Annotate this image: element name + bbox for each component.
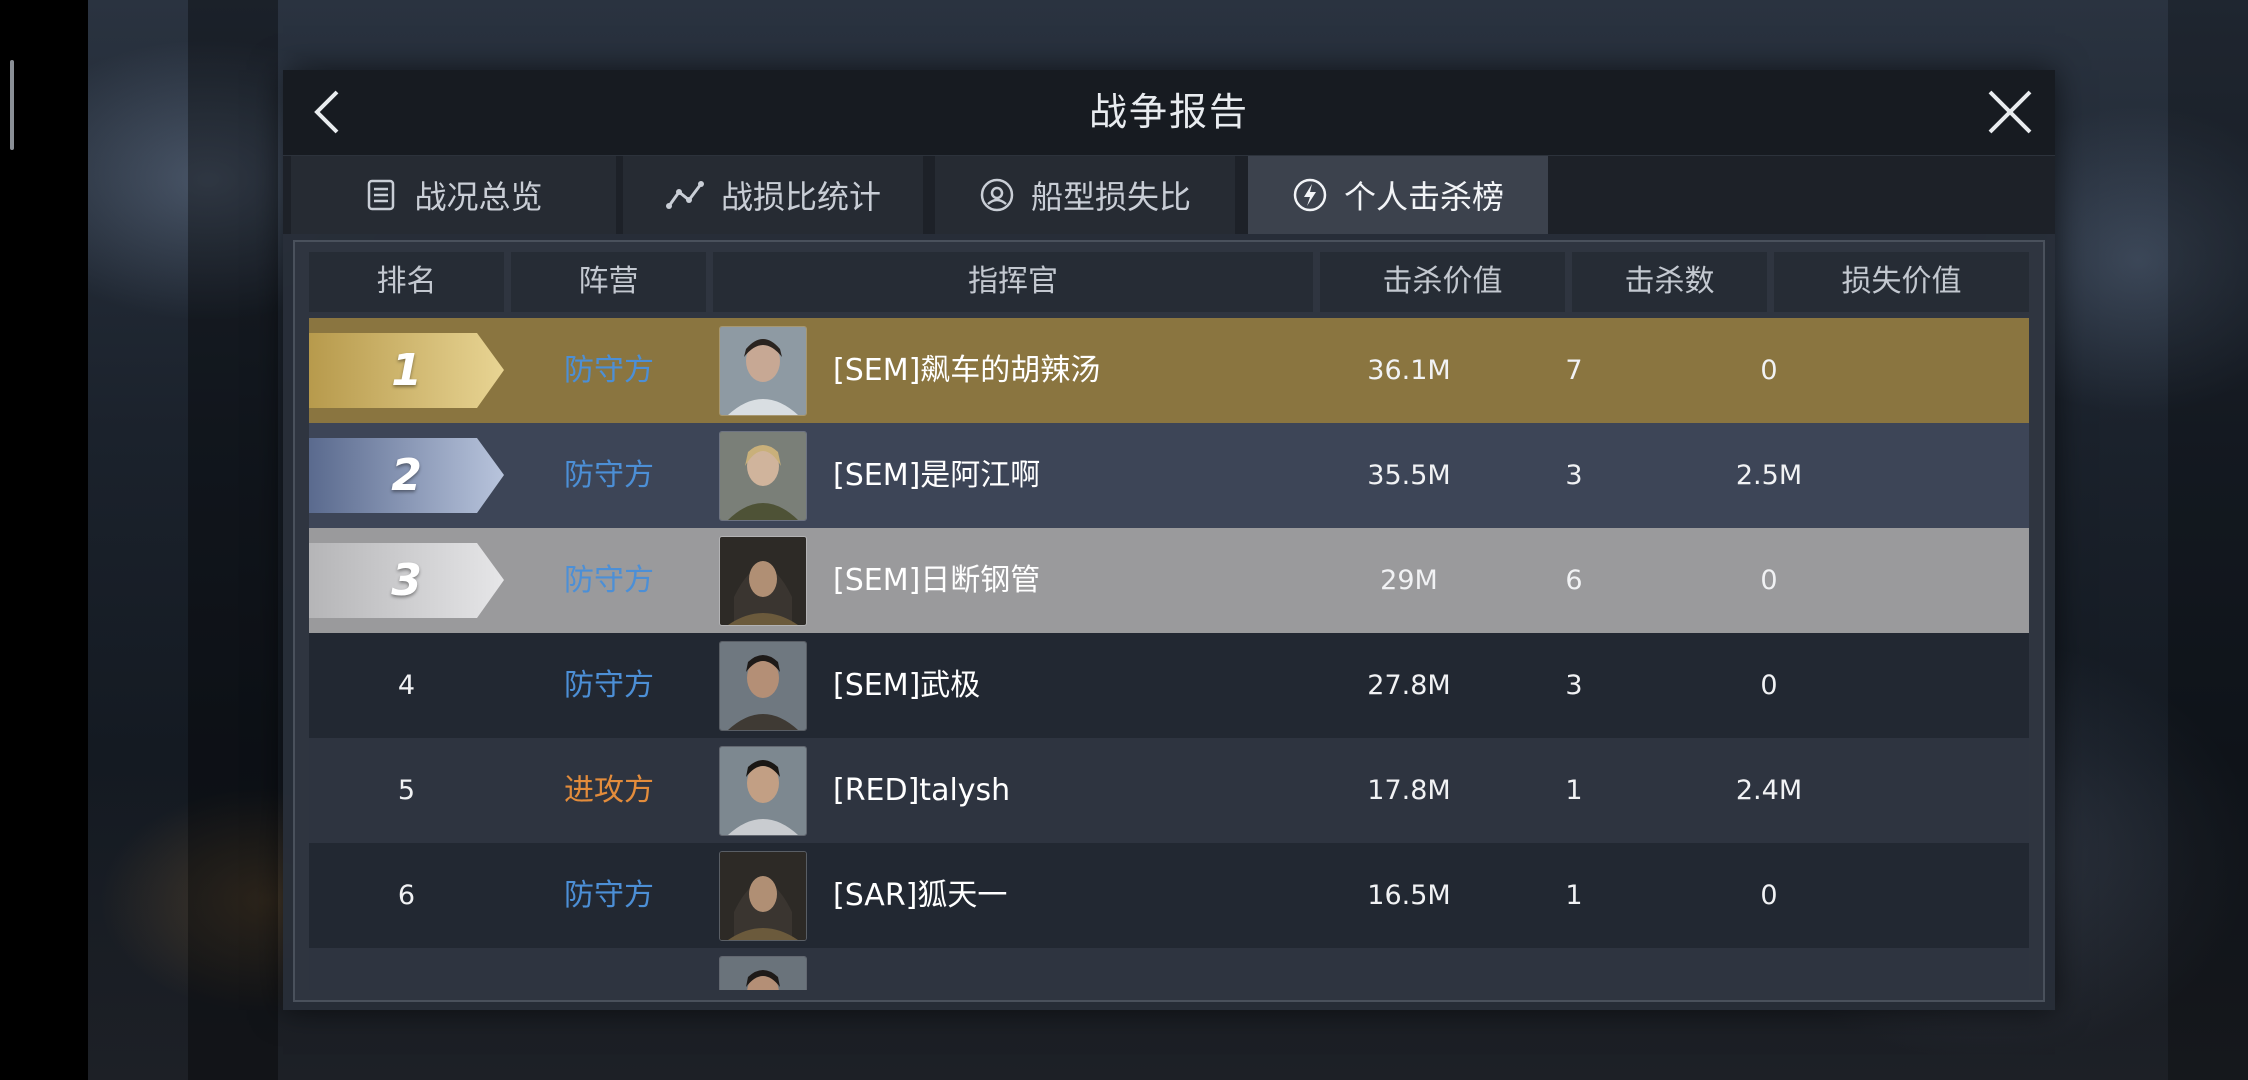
loss-value: 0 (1760, 355, 1778, 386)
faction-label: 防守方 (564, 353, 654, 388)
avatar[interactable] (719, 641, 807, 731)
faction-label: 进攻方 (564, 773, 654, 808)
header-kills: 击杀数 (1572, 252, 1767, 312)
faction-label: 防守方 (564, 878, 654, 913)
tab-label: 个人击杀榜 (1343, 178, 1504, 216)
line-chart-icon (665, 181, 704, 209)
loss-value: 0 (1760, 565, 1778, 596)
header-commander: 指挥官 (713, 252, 1313, 312)
ship-ring-icon (980, 178, 1014, 212)
tab-label: 战况总览 (414, 178, 543, 216)
header-kill-value: 击杀价值 (1320, 252, 1565, 312)
table-row[interactable]: 4 防守方 [SEM]武极 27.8M 3 0 (309, 633, 2029, 738)
header-rank: 排名 (309, 252, 504, 312)
table-row[interactable]: 5 进攻方 [RED]talysh 17.8M 1 2.4M (309, 738, 2029, 843)
table-row[interactable]: 6 防守方 [SAR]狐天一 16.5M 1 0 (309, 843, 2029, 948)
rank-number: 1 (391, 345, 422, 396)
table-row[interactable]: 3 防守方 [SEM]日断钢管 29M 6 0 (309, 528, 2029, 633)
avatar[interactable] (719, 431, 807, 521)
commander-name: [SEM]日断钢管 (833, 563, 1041, 598)
avatar[interactable] (719, 326, 807, 416)
faction-label: 防守方 (564, 668, 654, 703)
rank-number: 2 (391, 450, 422, 501)
loss-value: 2.4M (1735, 775, 1803, 806)
commander-name: [SEM]武极 (833, 668, 981, 703)
table-body: 1 防守方 [SEM]飙车的胡辣汤 36.1M 7 0 2 防守方 [SEM]是… (309, 318, 2029, 990)
rank-badge-silver-blue: 2 (309, 438, 504, 513)
game-screen: 战争报告 战况总览 战损比统计 船型损失比 个人击杀榜 排名 阵营 指挥官 击杀… (0, 0, 2248, 1080)
rank-number: 5 (397, 775, 416, 806)
panel-header: 战争报告 (283, 70, 2055, 156)
avatar[interactable] (719, 746, 807, 836)
avatar[interactable] (719, 956, 807, 990)
loss-value: 2.5M (1735, 460, 1803, 491)
rank-number: 3 (391, 555, 422, 606)
document-list-icon (368, 179, 395, 211)
avatar[interactable] (719, 851, 807, 941)
tab-bar: 战况总览 战损比统计 船型损失比 个人击杀榜 (283, 156, 2055, 234)
rank-number: 6 (397, 880, 416, 911)
loss-value: 0 (1760, 880, 1778, 911)
avatar[interactable] (719, 536, 807, 626)
tab-personal-kill-ranking[interactable]: 个人击杀榜 (1248, 156, 1548, 234)
rank-badge-bronze-grey: 3 (309, 543, 504, 618)
tab-label: 战损比统计 (720, 178, 881, 216)
table-row[interactable]: 2 防守方 [SEM]是阿江啊 35.5M 3 2.5M (309, 423, 2029, 528)
header-faction: 阵营 (511, 252, 706, 312)
kill-ranking-table: 排名 阵营 指挥官 击杀价值 击杀数 损失价值 1 防守方 [SEM]飙车的胡辣… (293, 240, 2045, 1002)
back-button[interactable] (301, 82, 361, 142)
close-button[interactable] (1980, 82, 2040, 142)
commander-name: [SAR]狐天一 (833, 878, 1008, 913)
loss-value: 0 (1760, 670, 1778, 701)
lightning-circle-icon (1293, 178, 1327, 212)
commander-name: [SEM]是阿江啊 (833, 458, 1041, 493)
rank-badge-gold: 1 (309, 333, 504, 408)
tab-loss-ratio-stats[interactable]: 战损比统计 (623, 156, 923, 234)
faction-label: 防守方 (564, 458, 654, 493)
tab-label: 船型损失比 (1030, 178, 1191, 216)
tab-battle-overview[interactable]: 战况总览 (291, 156, 616, 234)
faction-label: 防守方 (564, 563, 654, 598)
commander-name: [RED]talysh (833, 773, 1011, 808)
commander-name: [SEM]飙车的胡辣汤 (833, 353, 1101, 388)
close-icon (1988, 90, 2032, 134)
edge-gesture-handle[interactable] (10, 60, 14, 150)
rank-number: 4 (397, 670, 416, 701)
chevron-left-icon (314, 90, 339, 134)
left-black-strip (0, 0, 88, 1080)
table-row[interactable]: 1 防守方 [SEM]飙车的胡辣汤 36.1M 7 0 (309, 318, 2029, 423)
war-report-panel: 战争报告 战况总览 战损比统计 船型损失比 个人击杀榜 排名 阵营 指挥官 击杀… (283, 70, 2055, 1010)
table-header: 排名 阵营 指挥官 击杀价值 击杀数 损失价值 (309, 252, 2029, 312)
table-row[interactable] (309, 948, 2029, 990)
page-title: 战争报告 (1088, 90, 1249, 134)
tab-ship-loss-ratio[interactable]: 船型损失比 (935, 156, 1235, 234)
header-loss-value: 损失价值 (1774, 252, 2029, 312)
